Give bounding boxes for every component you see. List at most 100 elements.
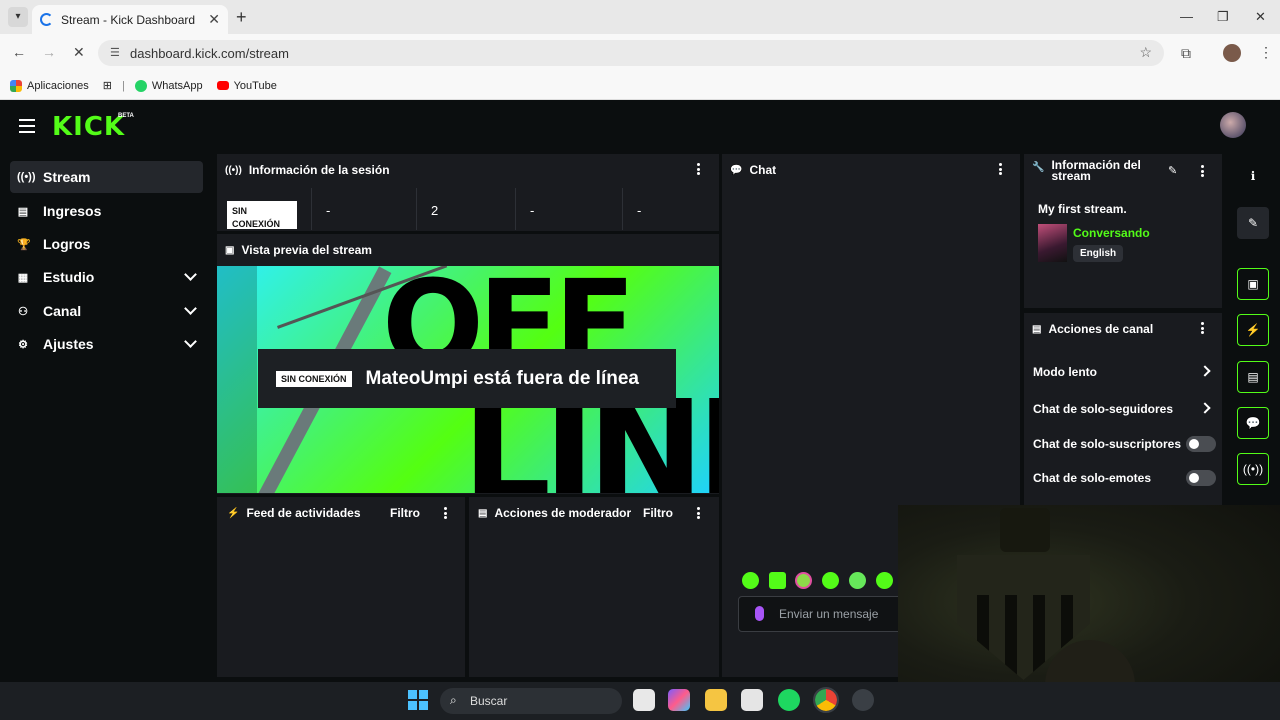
filter-button[interactable]: Filtro	[643, 506, 673, 520]
sidebar-item-logros[interactable]: 🏆 Logros	[10, 228, 203, 260]
edit-pencil-icon[interactable]: ✎	[1168, 164, 1177, 177]
copilot-icon[interactable]	[668, 689, 690, 711]
loading-icon	[40, 13, 53, 26]
task-view-icon[interactable]	[633, 689, 655, 711]
profile-avatar-icon[interactable]	[1223, 44, 1241, 62]
moderator-log-icon[interactable]: ▤	[1237, 361, 1269, 393]
panel-header: ▤ Acciones de moderador	[469, 497, 719, 529]
browser-tab[interactable]: Stream - Kick Dashboard ✕	[32, 5, 228, 34]
beta-badge: BETA	[118, 113, 134, 119]
bookmark-apps[interactable]: Aplicaciones	[10, 79, 89, 92]
tab-search-button[interactable]: ▾	[8, 7, 28, 27]
more-options-icon[interactable]	[697, 163, 700, 175]
emotes-only-toggle[interactable]	[1186, 470, 1216, 486]
sidebar-item-ajustes[interactable]: ⚙ Ajustes	[10, 328, 203, 360]
apps-grid-icon	[10, 79, 22, 92]
panel-header: ((•)) Información de la sesión	[217, 154, 719, 186]
new-tab-button[interactable]: +	[236, 7, 247, 28]
panel-title: Feed de actividades	[246, 506, 361, 520]
search-label: Buscar	[470, 694, 508, 708]
spotify-icon[interactable]	[778, 689, 800, 711]
sidebar-item-ingresos[interactable]: ▤ Ingresos	[10, 195, 203, 227]
chat-toggle-icon[interactable]: 💬	[1237, 407, 1269, 439]
site-info-icon[interactable]: ☰	[110, 46, 120, 59]
session-stat: -	[326, 202, 331, 218]
back-icon[interactable]: ←	[12, 44, 26, 60]
emote-icon[interactable]	[822, 572, 839, 589]
category-link[interactable]: Conversando	[1073, 226, 1150, 240]
bookmark-youtube[interactable]: YouTube	[216, 79, 277, 92]
sidebar-item-label: Stream	[43, 169, 91, 185]
bookmark-label: YouTube	[233, 79, 277, 92]
info-icon[interactable]: ℹ	[1237, 160, 1269, 192]
browser-menu-icon[interactable]: ⋮	[1259, 44, 1273, 61]
filter-button[interactable]: Filtro	[390, 506, 420, 520]
more-options-icon[interactable]	[697, 507, 700, 519]
sidebar-item-canal[interactable]: ⚇ Canal	[10, 295, 203, 327]
bookmark-whatsapp[interactable]: WhatsApp	[134, 79, 203, 92]
divider	[416, 188, 417, 230]
kick-logo[interactable]: KICK	[52, 112, 125, 142]
settings-icon: ⚙	[18, 338, 28, 351]
emote-icon[interactable]	[795, 572, 812, 589]
microphone-icon	[755, 606, 764, 621]
emote-icon[interactable]	[849, 572, 866, 589]
panel-header: 🔧 Información del stream	[1024, 154, 1222, 188]
preview-toggle-icon[interactable]: ▣	[1237, 268, 1269, 300]
chat-message-input[interactable]: Enviar un mensaje	[738, 596, 918, 632]
edit-icon[interactable]: ✎	[1237, 207, 1269, 239]
emote-icon[interactable]	[742, 572, 759, 589]
slow-mode-row[interactable]: Modo lento	[1033, 365, 1097, 379]
more-options-icon[interactable]	[1201, 165, 1204, 177]
store-icon[interactable]	[741, 689, 763, 711]
sidebar-item-estudio[interactable]: ▦ Estudio	[10, 261, 203, 293]
file-explorer-icon[interactable]	[705, 689, 727, 711]
address-bar[interactable]: ☰ dashboard.kick.com/stream ☆	[98, 40, 1164, 66]
panel-title: Información del stream	[1051, 158, 1141, 183]
close-window-icon[interactable]: ✕	[1255, 9, 1266, 25]
channel-icon: ⚇	[18, 305, 28, 318]
windows-start-icon[interactable]	[408, 690, 428, 710]
maximize-icon[interactable]: ❐	[1217, 9, 1229, 25]
stop-loading-icon[interactable]: ✕	[73, 44, 85, 61]
category-thumbnail[interactable]	[1038, 224, 1067, 262]
status-badge: SIN CONEXIÓN	[227, 201, 297, 229]
app-header	[0, 100, 1280, 152]
forward-icon[interactable]: →	[42, 44, 56, 60]
sidebar-item-label: Canal	[43, 303, 82, 319]
taskbar-search[interactable]: ⌕ Buscar	[440, 688, 622, 714]
panel-title: Vista previa del stream	[241, 243, 372, 257]
user-avatar[interactable]	[1220, 112, 1246, 138]
more-options-icon[interactable]	[1201, 322, 1204, 334]
panel-header: ▤ Acciones de canal	[1024, 313, 1222, 345]
menu-icon[interactable]	[19, 119, 35, 133]
pixel-graphic	[217, 266, 257, 493]
session-toggle-icon[interactable]: ((•))	[1237, 453, 1269, 485]
app-icon[interactable]	[852, 689, 874, 711]
session-stat: -	[530, 202, 535, 218]
moderator-actions-panel: ▤ Acciones de moderador	[469, 497, 719, 677]
chevron-down-icon	[184, 268, 197, 281]
more-options-icon[interactable]	[999, 163, 1002, 175]
bookmark-star-icon[interactable]: ☆	[1139, 44, 1152, 61]
tab-groups-icon[interactable]: ⊞	[103, 79, 112, 92]
chat-placeholder: Enviar un mensaje	[779, 607, 879, 621]
sidebar-item-stream[interactable]: ((•)) Stream	[10, 161, 203, 193]
more-options-icon[interactable]	[444, 507, 447, 519]
channel-actions-icon: ▤	[1032, 323, 1042, 335]
close-tab-icon[interactable]: ✕	[208, 11, 220, 28]
emote-icon[interactable]	[769, 572, 786, 589]
minimize-icon[interactable]: —	[1180, 9, 1193, 24]
chat-icon: 💬	[730, 164, 743, 176]
emote-icon[interactable]	[876, 572, 893, 589]
subscribers-only-toggle[interactable]	[1186, 436, 1216, 452]
panel-title: Acciones de canal	[1048, 322, 1154, 336]
activity-toggle-icon[interactable]: ⚡	[1237, 314, 1269, 346]
divider	[515, 188, 516, 230]
panel-title: Chat	[749, 163, 777, 177]
followers-only-row[interactable]: Chat de solo-seguidores	[1033, 402, 1173, 416]
sidebar-item-label: Ingresos	[43, 203, 102, 219]
chrome-icon[interactable]	[813, 687, 839, 713]
activity-feed-panel: ⚡ Feed de actividades	[217, 497, 465, 677]
extensions-icon[interactable]: ⧉	[1181, 45, 1191, 62]
